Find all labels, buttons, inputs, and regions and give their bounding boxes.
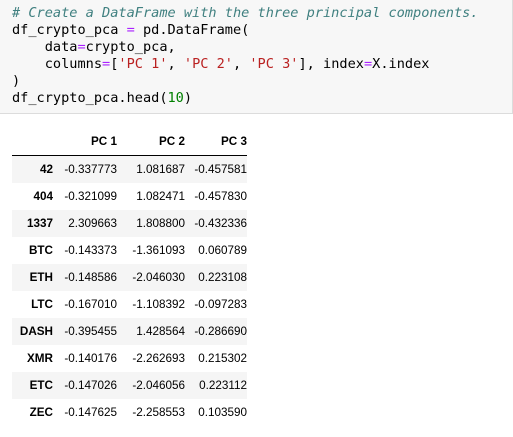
code-token: , [233, 56, 250, 72]
dataframe-output-table: PC 1 PC 2 PC 3 42 -0.337773 1.081687 -0.… [12, 128, 247, 426]
row-index: BTC [28, 244, 53, 257]
table-row: ZEC -0.147625 -2.258553 0.103590 [12, 399, 247, 426]
row-index: 404 [33, 190, 53, 203]
row-index: 1337 [26, 217, 53, 230]
column-header-pc2: PC 2 [117, 128, 185, 156]
cell-pc3: -0.457830 [194, 190, 247, 203]
row-index: XMR [27, 352, 53, 365]
code-token: , [167, 56, 184, 72]
cell-pc2: -1.361093 [132, 244, 185, 257]
code-comment: # Create a DataFrame with the three prin… [12, 5, 479, 21]
cell-pc3: 0.060789 [198, 244, 247, 257]
cell-pc3: -0.286690 [194, 325, 247, 338]
cell-pc3: -0.432336 [194, 217, 247, 230]
cell-pc2: 1.082471 [136, 190, 185, 203]
code-token: ], index [298, 56, 364, 72]
code-line-3: data=crypto_pca, [12, 39, 176, 56]
code-token: df_crypto_pca.head( [12, 90, 168, 106]
table-row: ETH -0.148586 -2.046030 0.223108 [12, 264, 247, 291]
cell-pc3: 0.215302 [198, 352, 247, 365]
code-line-1: # Create a DataFrame with the three prin… [12, 5, 479, 22]
table-row: BTC -0.143373 -1.361093 0.060789 [12, 237, 247, 264]
code-operator: = [363, 56, 373, 72]
column-header-pc1: PC 1 [53, 128, 117, 156]
row-index: DASH [19, 325, 53, 338]
cell-pc2: -1.108392 [132, 298, 185, 311]
code-line-5: ) [12, 73, 20, 90]
code-line-2: df_crypto_pca = pd.DataFrame( [12, 22, 249, 39]
table-row: LTC -0.167010 -1.108392 -0.097283 [12, 291, 247, 318]
cell-pc2: 1.808800 [136, 217, 185, 230]
cell-pc1: -0.147026 [64, 379, 117, 392]
row-index: ZEC [29, 406, 53, 419]
cell-pc2: 1.081687 [136, 163, 185, 176]
code-token: crypto_pca, [85, 39, 176, 55]
code-string: 'PC 1' [118, 56, 168, 72]
cell-pc3: 0.103590 [198, 406, 247, 419]
code-token: ) [183, 90, 193, 106]
row-index: ETH [29, 271, 53, 284]
code-token: columns [12, 56, 103, 72]
index-header [12, 128, 53, 156]
table-header-row: PC 1 PC 2 PC 3 [12, 128, 247, 156]
row-index: ETC [29, 379, 53, 392]
table-row: ETC -0.147026 -2.046056 0.223112 [12, 372, 247, 399]
code-string: 'PC 3' [249, 56, 299, 72]
cell-pc2: 1.428564 [136, 325, 185, 338]
code-token: pd.DataFrame( [134, 22, 250, 38]
table-row: XMR -0.140176 -2.262693 0.215302 [12, 345, 247, 372]
cell-pc3: 0.223108 [198, 271, 247, 284]
cell-pc3: 0.223112 [199, 379, 247, 392]
code-operator: = [126, 22, 135, 38]
cell-pc2: -2.046056 [132, 379, 185, 392]
code-operator: = [77, 39, 86, 55]
code-operator: = [102, 56, 111, 72]
cell-pc1: -0.395455 [64, 325, 117, 338]
cell-pc1: -0.321099 [64, 190, 117, 203]
row-index: 42 [39, 163, 53, 176]
cell-pc1: -0.148586 [64, 271, 117, 284]
code-token: data [12, 39, 78, 55]
code-cell[interactable]: # Create a DataFrame with the three prin… [0, 0, 513, 114]
code-line-4: columns=['PC 1', 'PC 2', 'PC 3'], index=… [12, 56, 430, 73]
cell-pc1: -0.337773 [64, 163, 117, 176]
cell-pc3: -0.097283 [194, 298, 247, 311]
code-token: ) [12, 73, 21, 89]
code-string: 'PC 2' [183, 56, 233, 72]
code-line-6: df_crypto_pca.head(10) [12, 90, 192, 107]
cell-pc2: -2.262693 [132, 352, 185, 365]
cell-pc1: -0.147625 [64, 406, 117, 419]
code-number: 10 [167, 90, 184, 106]
cell-pc1: -0.143373 [64, 244, 117, 257]
table-row: DASH -0.395455 1.428564 -0.286690 [12, 318, 247, 345]
cell-pc1: -0.140176 [64, 352, 117, 365]
code-token: X.index [372, 56, 430, 72]
table-row: 404 -0.321099 1.082471 -0.457830 [12, 183, 247, 210]
cell-pc1: -0.167010 [64, 298, 117, 311]
cell-pc1: 2.309663 [68, 217, 117, 230]
table-row: 1337 2.309663 1.808800 -0.432336 [12, 210, 247, 237]
code-token: df_crypto_pca [12, 22, 127, 38]
table-row: 42 -0.337773 1.081687 -0.457581 [12, 155, 247, 183]
cell-pc2: -2.046030 [132, 271, 185, 284]
row-index: LTC [31, 298, 53, 311]
cell-pc2: -2.258553 [132, 406, 185, 419]
cell-pc3: -0.457581 [194, 163, 247, 176]
column-header-pc3: PC 3 [185, 128, 247, 156]
